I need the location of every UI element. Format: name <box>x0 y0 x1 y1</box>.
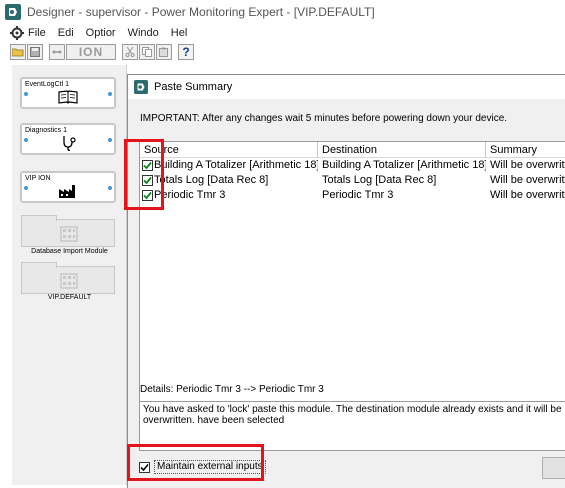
table-header: Source Destination Summary <box>140 142 565 158</box>
column-header-summary[interactable]: Summary <box>486 142 565 158</box>
gear-icon[interactable] <box>10 26 24 40</box>
module-label: VIP ION <box>25 175 51 182</box>
column-header-source[interactable]: Source <box>140 142 318 158</box>
source-cell: Building A Totalizer [Arithmetic 18] <box>140 158 318 173</box>
details-text: Details: Periodic Tmr 3 --> Periodic Tmr… <box>140 384 324 395</box>
menu-file[interactable]: File <box>28 27 46 39</box>
designer-window: Designer - supervisor - Power Monitoring… <box>0 0 565 488</box>
window-title: Designer - supervisor - Power Monitoring… <box>27 5 375 19</box>
toolbar: ION ? <box>0 42 565 62</box>
folder-open-icon <box>12 48 24 57</box>
source-name: Totals Log [Data Rec 8] <box>154 174 269 186</box>
scissors-icon <box>125 47 135 57</box>
factory-icon <box>59 185 75 198</box>
input-port[interactable] <box>24 186 28 190</box>
menu-bar: File Edi Optior Windo Hel <box>0 24 565 42</box>
summary-cell: Will be overwritten <box>490 159 565 171</box>
menu-window[interactable]: Windo <box>128 27 159 39</box>
table-row[interactable]: Totals Log [Data Rec 8] Totals Log [Data… <box>140 173 565 188</box>
designer-app-icon <box>134 80 148 94</box>
designer-app-icon <box>5 4 21 20</box>
output-port[interactable] <box>108 92 112 96</box>
menu-options[interactable]: Optior <box>86 27 116 39</box>
source-cell: Totals Log [Data Rec 8] <box>140 173 318 188</box>
column-header-destination[interactable]: Destination <box>318 142 486 158</box>
paste-icon <box>159 47 168 57</box>
stethoscope-icon <box>63 136 76 151</box>
source-name: Building A Totalizer [Arithmetic 18] <box>154 159 318 171</box>
cut-button[interactable] <box>122 44 138 60</box>
folder-label: VIP.DEFAULT <box>47 294 92 301</box>
module-vip-ion[interactable]: VIP ION <box>20 171 116 203</box>
destination-cell: Building A Totalizer [Arithmetic 18] <box>322 159 486 171</box>
menu-edit[interactable]: Edi <box>58 27 74 39</box>
book-icon <box>58 90 78 104</box>
save-icon <box>30 47 40 57</box>
source-name: Periodic Tmr 3 <box>154 189 226 201</box>
ok-button[interactable] <box>542 457 565 479</box>
folder-label: Database Import Module <box>31 248 108 255</box>
table-row[interactable]: Building A Totalizer [Arithmetic 18] Bui… <box>140 158 565 173</box>
module-label: EventLogCtl 1 <box>25 81 69 88</box>
folder-database-import[interactable] <box>21 215 115 247</box>
copy-button[interactable] <box>139 44 155 60</box>
dialog-title: Paste Summary <box>154 81 233 93</box>
save-button[interactable] <box>27 44 43 60</box>
module-panel: EventLogCtl 1 Diagnostics 1 VIP ION Data… <box>12 65 127 485</box>
link-button[interactable] <box>49 44 65 60</box>
table-row[interactable]: Periodic Tmr 3 Periodic Tmr 3 Will be ov… <box>140 188 565 203</box>
summary-cell: Will be overwritten <box>490 189 565 201</box>
module-eventlogctl[interactable]: EventLogCtl 1 <box>20 77 116 109</box>
module-diagnostics[interactable]: Diagnostics 1 <box>20 123 116 155</box>
dialog-title-bar[interactable]: Paste Summary <box>128 75 565 99</box>
paste-button[interactable] <box>156 44 172 60</box>
copy-icon <box>142 47 152 57</box>
input-port[interactable] <box>24 138 28 142</box>
destination-cell: Totals Log [Data Rec 8] <box>322 174 437 186</box>
menu-help[interactable]: Hel <box>171 27 188 39</box>
destination-cell: Periodic Tmr 3 <box>322 189 394 201</box>
paste-summary-dialog: Paste Summary IMPORTANT: After any chang… <box>127 74 565 488</box>
highlight-checkboxes <box>124 139 164 210</box>
open-button[interactable] <box>10 44 26 60</box>
summary-cell: Will be overwritten <box>490 174 565 186</box>
output-port[interactable] <box>108 186 112 190</box>
link-icon <box>52 50 62 54</box>
source-cell: Periodic Tmr 3 <box>140 188 318 203</box>
highlight-maintain <box>127 444 264 481</box>
ion-button[interactable]: ION <box>66 44 116 60</box>
output-port[interactable] <box>108 138 112 142</box>
input-port[interactable] <box>24 92 28 96</box>
module-label: Diagnostics 1 <box>25 127 68 134</box>
title-bar: Designer - supervisor - Power Monitoring… <box>0 0 565 24</box>
module-grid-icon <box>60 273 78 289</box>
important-notice: IMPORTANT: After any changes wait 5 minu… <box>140 113 508 124</box>
folder-vip-default[interactable] <box>21 262 115 294</box>
module-grid-icon <box>60 226 78 242</box>
help-button[interactable]: ? <box>178 44 194 60</box>
